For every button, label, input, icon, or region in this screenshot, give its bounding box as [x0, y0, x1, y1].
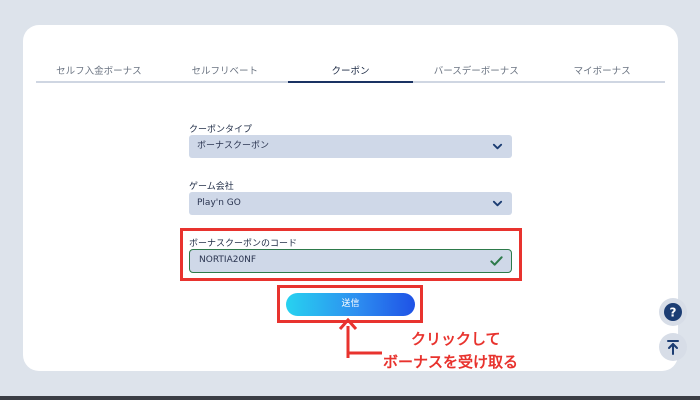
- coupon-type-value: ボーナスクーポン: [197, 141, 270, 151]
- coupon-code-label: ボーナスクーポンのコード: [189, 239, 298, 249]
- scroll-top-button[interactable]: [659, 333, 687, 361]
- coupon-type-select[interactable]: ボーナスクーポン: [189, 135, 512, 158]
- coupon-code-value: NORTIA20NF: [199, 255, 257, 265]
- tab-coupon[interactable]: クーポン: [287, 63, 414, 83]
- svg-text:?: ?: [670, 306, 677, 320]
- tab-self-deposit-bonus[interactable]: セルフ入金ボーナス: [36, 63, 162, 81]
- annotation-arrow: [338, 318, 382, 358]
- coupon-type-label: クーポンタイプ: [189, 125, 253, 135]
- question-icon: ?: [664, 303, 682, 321]
- annotation-text-line1: クリックして: [411, 330, 501, 348]
- chevron-down-icon: [492, 200, 503, 207]
- arrow-up-to-top-icon: [667, 340, 679, 355]
- game-company-value: Play'n GO: [197, 198, 241, 208]
- tab-birthday-bonus[interactable]: バースデーボーナス: [413, 63, 539, 81]
- bonus-tabs: セルフ入金ボーナス セルフリベート クーポン バースデーボーナス マイボーナス: [36, 63, 665, 83]
- help-button[interactable]: ?: [659, 298, 687, 326]
- tab-self-rebate[interactable]: セルフリベート: [162, 63, 288, 81]
- annotation-text-line2: ボーナスを受け取る: [383, 353, 519, 371]
- game-company-label: ゲーム会社: [189, 182, 234, 192]
- checkmark-icon: [490, 256, 503, 266]
- chevron-down-icon: [492, 143, 503, 150]
- tab-my-bonus[interactable]: マイボーナス: [539, 63, 665, 81]
- submit-button[interactable]: 送信: [286, 293, 415, 316]
- bottom-bar: [0, 396, 700, 400]
- game-company-select[interactable]: Play'n GO: [189, 192, 512, 215]
- coupon-code-input[interactable]: NORTIA20NF: [189, 249, 512, 273]
